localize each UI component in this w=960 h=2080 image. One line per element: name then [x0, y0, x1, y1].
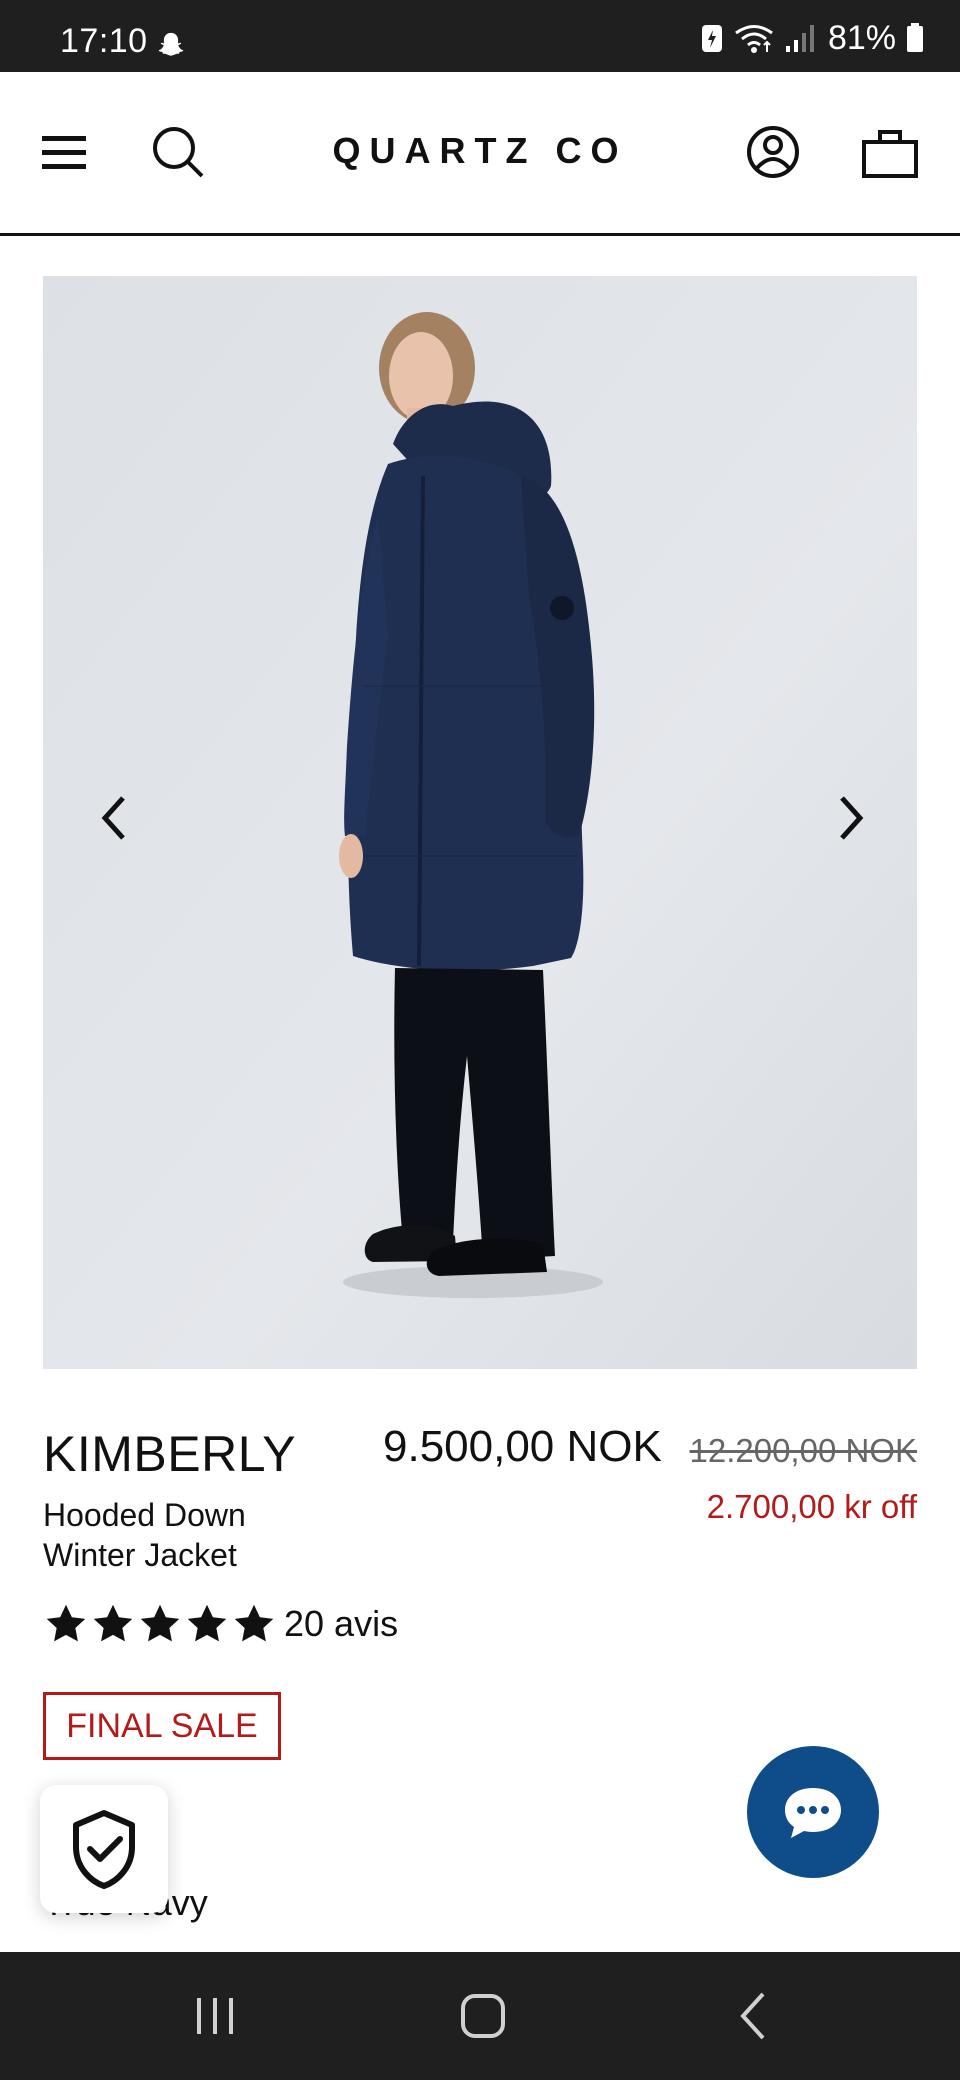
site-logo[interactable]: QUARTZ CO — [0, 130, 960, 172]
back-icon[interactable] — [725, 1988, 785, 2044]
product-name: KIMBERLY — [43, 1426, 297, 1482]
wifi-icon — [735, 25, 773, 53]
status-bar: 17:10 81% — [0, 0, 960, 72]
signal-icon — [785, 25, 814, 52]
home-icon[interactable] — [453, 1988, 513, 2044]
product-photo — [43, 276, 917, 1369]
final-sale-badge: FINAL SALE — [43, 1692, 281, 1760]
star-icon — [46, 1604, 86, 1642]
chat-button[interactable] — [747, 1746, 879, 1878]
carousel-prev-icon[interactable] — [89, 786, 139, 850]
product-image[interactable] — [43, 276, 917, 1369]
recent-apps-icon[interactable] — [185, 1988, 245, 2044]
rating[interactable]: 20 avis — [43, 1602, 398, 1646]
site-header: QUARTZ CO — [0, 72, 960, 236]
system-nav-bar — [0, 1952, 960, 2080]
product-subtitle: Hooded Down Winter Jacket — [43, 1497, 246, 1573]
status-icons: 81% — [700, 18, 924, 57]
carousel-next-icon[interactable] — [826, 786, 876, 850]
trust-shield-widget[interactable] — [40, 1785, 168, 1913]
discount-amount: 2.700,00 kr off — [706, 1488, 917, 1525]
chat-bubble-icon — [785, 1788, 841, 1838]
star-icon — [140, 1604, 180, 1642]
price-current: 9.500,00 NOK — [383, 1422, 662, 1471]
snapchat-icon — [158, 32, 184, 56]
star-icon — [93, 1604, 133, 1642]
battery-icon — [907, 23, 923, 52]
review-count[interactable]: 20 avis — [284, 1603, 398, 1645]
bag-icon[interactable] — [862, 124, 918, 180]
price-original: 12.200,00 NOK — [689, 1432, 918, 1469]
star-icon — [187, 1604, 227, 1642]
battery-saver-icon — [701, 25, 722, 52]
shield-check-icon — [73, 1810, 135, 1889]
star-icon — [234, 1604, 274, 1642]
battery-percentage: 81% — [827, 18, 896, 57]
account-icon[interactable] — [745, 124, 801, 180]
status-time: 17:10 — [60, 22, 148, 60]
